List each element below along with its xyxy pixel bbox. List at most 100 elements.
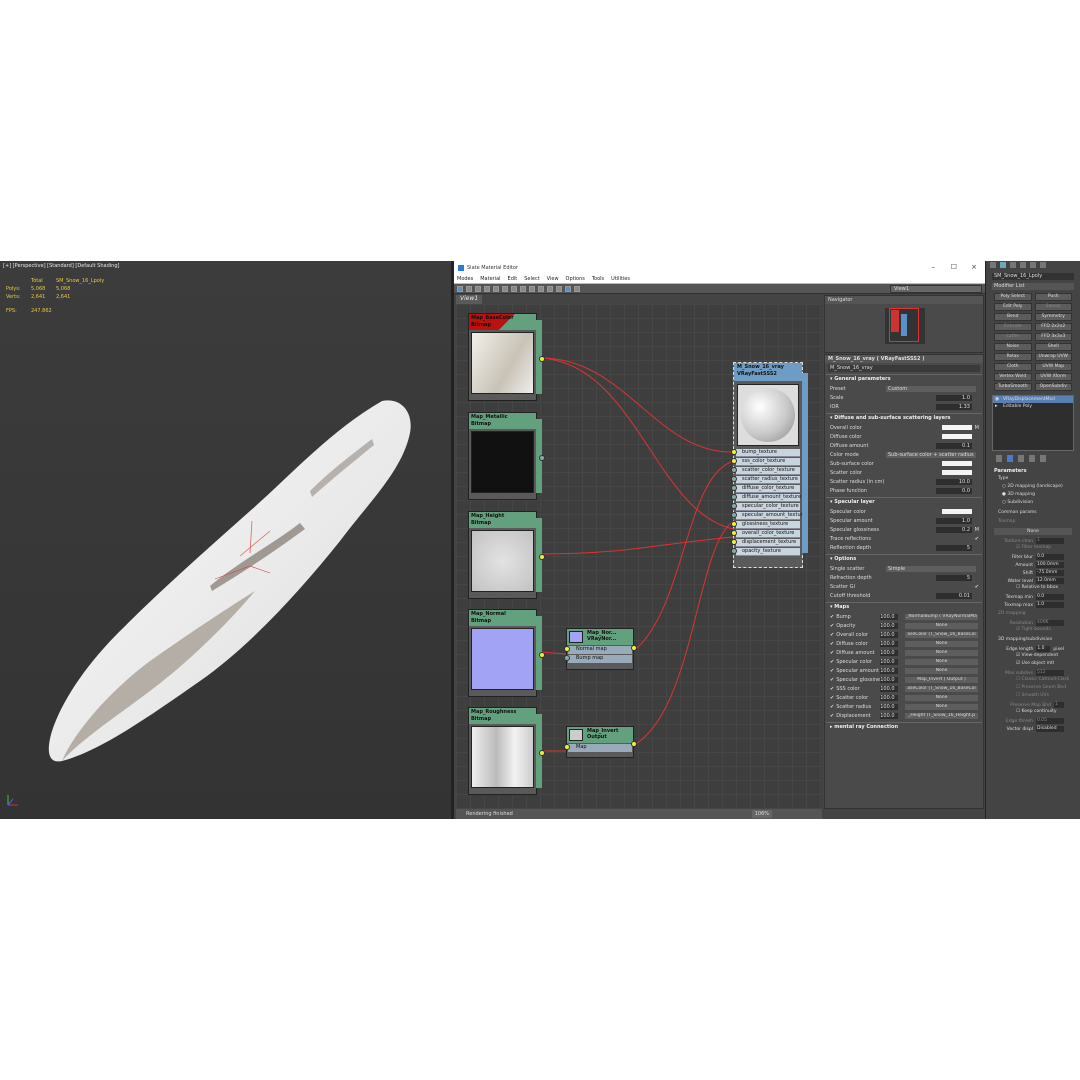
assign-material-icon[interactable] [484, 285, 490, 292]
view-dependent-checkbox[interactable]: View-dependent [1016, 653, 1080, 661]
map-row-specular-glossiness[interactable]: ✔Specular glossiness100.0Map_Invert ( Ou… [826, 675, 982, 684]
input-port[interactable] [731, 503, 737, 509]
snow-mesh-render[interactable] [0, 261, 451, 819]
param-specular-glossiness[interactable]: Specular glossiness 0.2 M [826, 525, 982, 534]
display-tab-icon[interactable] [1030, 262, 1036, 268]
modifier-stack[interactable]: ◉ VRayDisplacementMod ▸ Editable Poly [992, 395, 1074, 451]
node-material-vrayfastsss2[interactable]: M_Snow_16_vray VRayFastSSS2 bump_texture s… [731, 362, 808, 568]
radio-3d-mapping[interactable]: 3D mapping [1002, 492, 1080, 500]
modifier-button-uvw-map[interactable]: UVW Map [1034, 363, 1072, 371]
slot-map[interactable]: Map [564, 744, 632, 752]
input-port[interactable] [731, 530, 737, 536]
material-slot-diffuse-amount-texture[interactable]: diffuse_amount_texture [731, 494, 801, 502]
use-object-mtl-checkbox[interactable]: Use object mtl [1016, 661, 1080, 669]
enable-checkbox[interactable]: ✔ [830, 668, 834, 674]
param-scatter-gi[interactable]: Scatter GI ✔ [826, 582, 982, 591]
input-port[interactable] [731, 521, 737, 527]
modifier-button-cloth[interactable]: Cloth [994, 363, 1032, 371]
node-vray-normal-map[interactable]: Map_Nor... VRayNor... Normal map Bump map [564, 628, 637, 670]
stack-item-editable-poly[interactable]: ▸ Editable Poly [993, 403, 1073, 410]
param-ior[interactable]: IOR 1.33 [826, 402, 982, 411]
modifier-button-unwrap-uvw[interactable]: Unwrap UVW [1034, 353, 1072, 361]
map-row-opacity[interactable]: ✔ Opacity 100.0 None [826, 621, 982, 630]
texmap-max-spinner[interactable]: Texmap max 1.0 [986, 601, 1080, 609]
classic-catmull-checkbox[interactable]: Classic Catmull-Clark [1016, 677, 1080, 685]
make-unique-icon[interactable] [1018, 455, 1024, 462]
smooth-uvs-checkbox[interactable]: Smooth UVs [1016, 693, 1080, 701]
rollout-title[interactable]: ▾ General parameters [826, 375, 982, 384]
material-slot-opacity-texture[interactable]: opacity_texture [731, 548, 800, 556]
move-children-icon[interactable] [502, 285, 508, 292]
hierarchy-tab-icon[interactable] [1010, 262, 1016, 268]
enable-checkbox[interactable]: ✔ [830, 614, 834, 620]
param-scatter-color[interactable]: Scatter color [826, 468, 982, 477]
output-port[interactable] [539, 652, 545, 658]
enable-checkbox[interactable]: ✔ [830, 623, 834, 629]
color-swatch[interactable] [942, 434, 972, 439]
map-row-specular-amount[interactable]: ✔ Specular amount 100.0 None [826, 666, 982, 675]
color-swatch[interactable] [942, 461, 972, 466]
node-map-basecolor[interactable]: Map_BaseColor Bitmap [468, 313, 545, 401]
rollout-title[interactable]: ▾ Maps [826, 603, 982, 612]
menu-modes[interactable]: Modes [457, 276, 473, 282]
keep-continuity-checkbox[interactable]: Keep continuity [1016, 709, 1080, 717]
material-slot-sss-color-texture[interactable]: sss_color_texture [731, 458, 800, 466]
input-port[interactable] [731, 467, 737, 473]
modifier-button-uvw-xform[interactable]: UVW Xform [1034, 373, 1072, 381]
menu-material[interactable]: Material [480, 276, 500, 282]
material-slot-specular-color-texture[interactable]: specular_color_texture [731, 503, 800, 511]
show-map-icon[interactable] [511, 285, 517, 292]
map-row-specular-color[interactable]: ✔ Specular color 100.0 None [826, 657, 982, 666]
modifier-button-ffd-2x2x2[interactable]: FFD 2x2x2 [1034, 323, 1072, 331]
material-slot-specular-amount-texture[interactable]: specular_amount_texture [731, 512, 806, 520]
color-swatch[interactable] [942, 425, 972, 430]
modifier-button-edit-poly[interactable]: Edit Poly [994, 303, 1032, 311]
output-port[interactable] [631, 645, 637, 651]
menu-options[interactable]: Options [566, 276, 585, 282]
map-row-displacement[interactable]: ✔ Displacement 100.0 _Height (T_Snow_16_Hei… [826, 711, 982, 720]
object-name-field[interactable]: SM_Snow_16_Lpoly [992, 273, 1074, 280]
modifier-button-push[interactable]: Push [1034, 293, 1072, 301]
map-row-scatter-radius[interactable]: ✔ Scatter radius 100.0 None [826, 702, 982, 711]
modifier-button-noise[interactable]: Noise [994, 343, 1032, 351]
input-port[interactable] [731, 458, 737, 464]
menu-utilities[interactable]: Utilities [611, 276, 630, 282]
map-row-bump[interactable]: ✔ Bump 100.0 _NormalBump ( VRayNormalMa [826, 612, 982, 621]
edge-length-spinner[interactable]: Edge length 1.0 pixel [986, 645, 1080, 653]
slate-title-bar[interactable]: Slate Material Editor – ☐ × [454, 261, 985, 274]
delete-icon[interactable] [493, 285, 499, 292]
show-background-icon[interactable] [520, 285, 526, 292]
vector-displ-dropdown[interactable]: Vector displ Disabled [986, 725, 1080, 733]
modifier-button-shell[interactable]: Shell [1034, 343, 1072, 351]
input-port[interactable] [731, 512, 737, 518]
menu-view[interactable]: View [547, 276, 559, 282]
param-sub-surface-color[interactable]: Sub-surface color [826, 459, 982, 468]
close-icon[interactable]: × [971, 263, 977, 271]
put-to-scene-icon[interactable] [475, 285, 481, 292]
node-view-canvas[interactable]: Map_BaseColor Bitmap Map_Metallic Bitmap M… [456, 304, 822, 809]
texmap-min-spinner[interactable]: Texmap min 0.0 [986, 593, 1080, 601]
enable-checkbox[interactable]: ✔ [830, 713, 834, 719]
map-row-overall-color[interactable]: ✔ Overall color 100.0 aseColor (T_Snow_16_B… [826, 630, 982, 639]
layout-all-icon[interactable] [538, 285, 544, 292]
enable-checkbox[interactable]: ✔ [830, 641, 834, 647]
perspective-viewport[interactable]: [+] [Perspective] [Standard] [Default Sh… [0, 261, 451, 819]
parameters-rollout-title[interactable]: Parameters [994, 468, 1080, 474]
param-specular-amount[interactable]: Specular amount 1.0 [826, 516, 982, 525]
param-diffuse-amount[interactable]: Diffuse amount 0.1 [826, 441, 982, 450]
max-subdivs-spinner[interactable]: Max subdivs 512 [986, 669, 1080, 677]
color-swatch[interactable] [942, 509, 972, 514]
modifier-button-relax[interactable]: Relax [994, 353, 1032, 361]
output-port[interactable] [539, 750, 545, 756]
enable-checkbox[interactable]: ✔ [830, 704, 834, 710]
view-select-dropdown[interactable]: View1 [890, 285, 982, 293]
param-reflection-depth[interactable]: Reflection depth 5 [826, 543, 982, 552]
pin-stack-icon[interactable] [996, 455, 1002, 462]
zoom-field[interactable]: 106% [751, 810, 772, 818]
radio-subdivision[interactable]: Subdivision [1002, 500, 1080, 508]
param-overall-color[interactable]: Overall color M [826, 423, 982, 432]
param-scatter-radius-in-cm-[interactable]: Scatter radius (in cm) 10.0 [826, 477, 982, 486]
param-diffuse-color[interactable]: Diffuse color [826, 432, 982, 441]
amount-spinner[interactable]: Amount 100.0mm [986, 561, 1080, 569]
material-slot-scatter-radius-texture[interactable]: scatter_radius_texture [731, 476, 800, 484]
